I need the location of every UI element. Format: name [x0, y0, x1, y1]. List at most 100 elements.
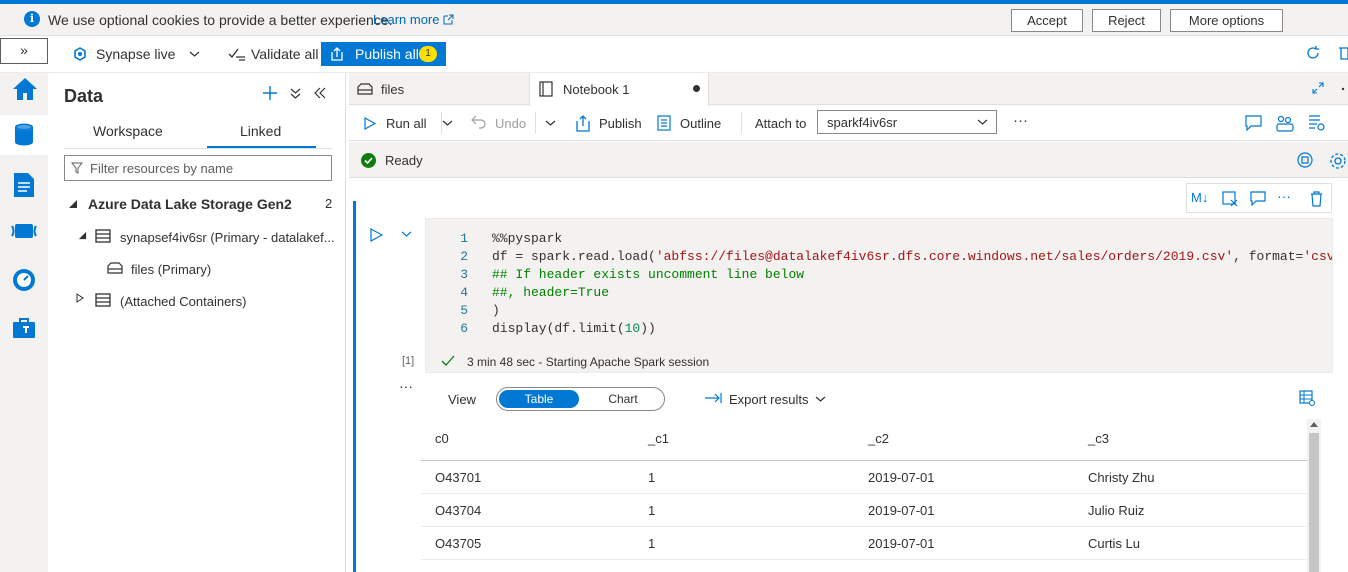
code-token: 10 — [624, 321, 641, 336]
settings-gear-icon[interactable] — [1329, 152, 1347, 170]
run-all-button[interactable]: Run all — [386, 116, 426, 131]
rail-monitor[interactable] — [0, 261, 48, 301]
line-number: 3 — [460, 267, 468, 282]
cookie-message: We use optional cookies to provide a bet… — [48, 12, 393, 28]
rail-develop[interactable] — [0, 165, 48, 205]
table-cell: 1 — [648, 503, 656, 518]
variables-icon[interactable] — [1276, 114, 1294, 132]
maximize-icon[interactable] — [1312, 82, 1324, 94]
active-cell-bar — [353, 201, 356, 572]
execution-status: 3 min 48 sec - Starting Apache Spark ses… — [467, 355, 710, 369]
view-label: View — [448, 392, 476, 407]
attach-to-select[interactable]: sparkf4iv6sr — [817, 110, 997, 134]
chevron-down-icon[interactable] — [189, 50, 200, 58]
rail-data[interactable] — [0, 115, 48, 155]
rail-integrate[interactable] — [0, 211, 48, 251]
expand-nav-button[interactable]: » — [0, 38, 48, 64]
publish-button[interactable]: Publish — [599, 116, 642, 131]
publish-all-button[interactable]: Publish all 1 — [321, 42, 446, 66]
publish-count-badge: 1 — [419, 46, 437, 62]
undo-button[interactable]: Undo — [495, 116, 526, 131]
column-header[interactable]: _c3 — [1088, 431, 1109, 446]
chevron-down-icon[interactable] — [442, 120, 453, 128]
storage-account-icon — [95, 228, 111, 244]
refresh-icon[interactable] — [1305, 45, 1321, 61]
table-cell: 2019-07-01 — [868, 503, 935, 518]
code-text: %%pyspark — [492, 231, 562, 246]
results-scrollbar[interactable] — [1307, 419, 1321, 572]
column-header[interactable]: _c1 — [648, 431, 669, 446]
expanded-triangle-icon[interactable] — [68, 199, 78, 209]
mode-selector[interactable]: Synapse live — [96, 46, 175, 62]
collapse-pane-icon[interactable] — [314, 87, 326, 99]
tab-linked[interactable]: Linked — [240, 123, 281, 139]
tab-files[interactable]: files — [349, 73, 529, 105]
accept-button[interactable]: Accept — [1011, 9, 1083, 32]
tree-item-attached-containers[interactable]: (Attached Containers) — [120, 294, 246, 309]
container-icon — [107, 261, 123, 275]
chevron-down-icon[interactable] — [401, 231, 412, 239]
cell-more-button[interactable]: ··· — [1277, 188, 1291, 204]
storage-account-icon — [95, 292, 111, 308]
more-commands-button[interactable]: ··· — [1013, 112, 1028, 129]
publish-all-label: Publish all — [355, 46, 419, 62]
tree-item-storage-account[interactable]: synapsef4iv6sr (Primary - datalakef... — [120, 230, 335, 245]
scroll-up-icon[interactable] — [1310, 421, 1318, 427]
unsaved-dot-icon — [693, 85, 700, 92]
table-row[interactable]: O43704 1 2019-07-01 Julio Ruiz — [421, 494, 1307, 527]
column-header[interactable]: _c2 — [868, 431, 889, 446]
data-pane: Data Workspace Linked Filter resources b… — [48, 73, 346, 572]
rail-manage[interactable] — [0, 309, 48, 349]
tab-notebook[interactable]: Notebook 1 — [529, 73, 709, 106]
code-cell[interactable]: 1 %%pyspark 2 df = spark.read.load('abfss:/… — [425, 218, 1333, 373]
tree-item-files[interactable]: files (Primary) — [131, 262, 211, 277]
code-text: display(df.limit(10)) — [492, 321, 656, 336]
export-results-button[interactable]: Export results — [729, 392, 808, 407]
tab-files-label: files — [381, 82, 405, 97]
table-row[interactable]: O43701 1 2019-07-01 Christy Zhu — [421, 461, 1307, 494]
convert-cell-icon[interactable] — [1222, 191, 1238, 207]
more-options-button[interactable]: More options — [1170, 9, 1283, 32]
column-header[interactable]: c0 — [435, 431, 449, 446]
view-table-option[interactable]: Table — [499, 390, 579, 408]
add-icon[interactable] — [262, 85, 278, 101]
filter-input[interactable]: Filter resources by name — [64, 155, 332, 181]
section-label[interactable]: Azure Data Lake Storage Gen2 — [88, 196, 292, 212]
output-more-button[interactable]: ··· — [399, 378, 413, 394]
stop-session-icon[interactable] — [1297, 152, 1313, 168]
code-token: ) — [492, 303, 500, 318]
collapsed-triangle-icon[interactable] — [76, 293, 84, 303]
discard-icon[interactable] — [1338, 45, 1348, 61]
execution-count: [1] — [402, 355, 415, 367]
table-cell: O43705 — [435, 536, 482, 551]
learn-more-link[interactable]: Learn more — [373, 12, 454, 27]
markdown-toggle-button[interactable]: M↓ — [1191, 190, 1208, 205]
code-token: 'abfss://files@datalakef4iv6sr.dfs.core.… — [655, 249, 1234, 264]
comment-icon[interactable] — [1250, 191, 1266, 206]
more-icon[interactable] — [1340, 85, 1346, 93]
validate-all-button[interactable]: Validate all — [251, 46, 318, 62]
develop-icon — [13, 172, 35, 198]
publish-icon — [574, 114, 592, 132]
code-token: %%pyspark — [492, 231, 563, 246]
run-cell-icon[interactable] — [370, 228, 383, 242]
table-row[interactable]: O43705 1 2019-07-01 Curtis Lu — [421, 527, 1307, 560]
collapse-all-icon[interactable] — [290, 88, 301, 100]
delete-cell-icon[interactable] — [1310, 191, 1323, 207]
tab-workspace[interactable]: Workspace — [93, 123, 163, 139]
outline-button[interactable]: Outline — [680, 116, 721, 131]
reject-button[interactable]: Reject — [1092, 9, 1161, 32]
properties-icon[interactable] — [1308, 114, 1326, 132]
scroll-thumb[interactable] — [1309, 433, 1319, 572]
view-chart-option[interactable]: Chart — [583, 390, 663, 408]
comments-icon[interactable] — [1245, 115, 1262, 131]
undo-icon — [471, 115, 487, 131]
success-check-icon — [441, 355, 455, 367]
table-settings-icon[interactable] — [1299, 390, 1315, 406]
home-icon — [12, 77, 38, 101]
chevron-down-icon[interactable] — [545, 120, 556, 128]
chevron-down-icon[interactable] — [815, 396, 826, 404]
rail-home[interactable] — [0, 73, 48, 113]
top-toolbar: » Synapse live Validate all Publish all … — [0, 36, 1348, 73]
expanded-triangle-icon[interactable] — [78, 231, 87, 240]
